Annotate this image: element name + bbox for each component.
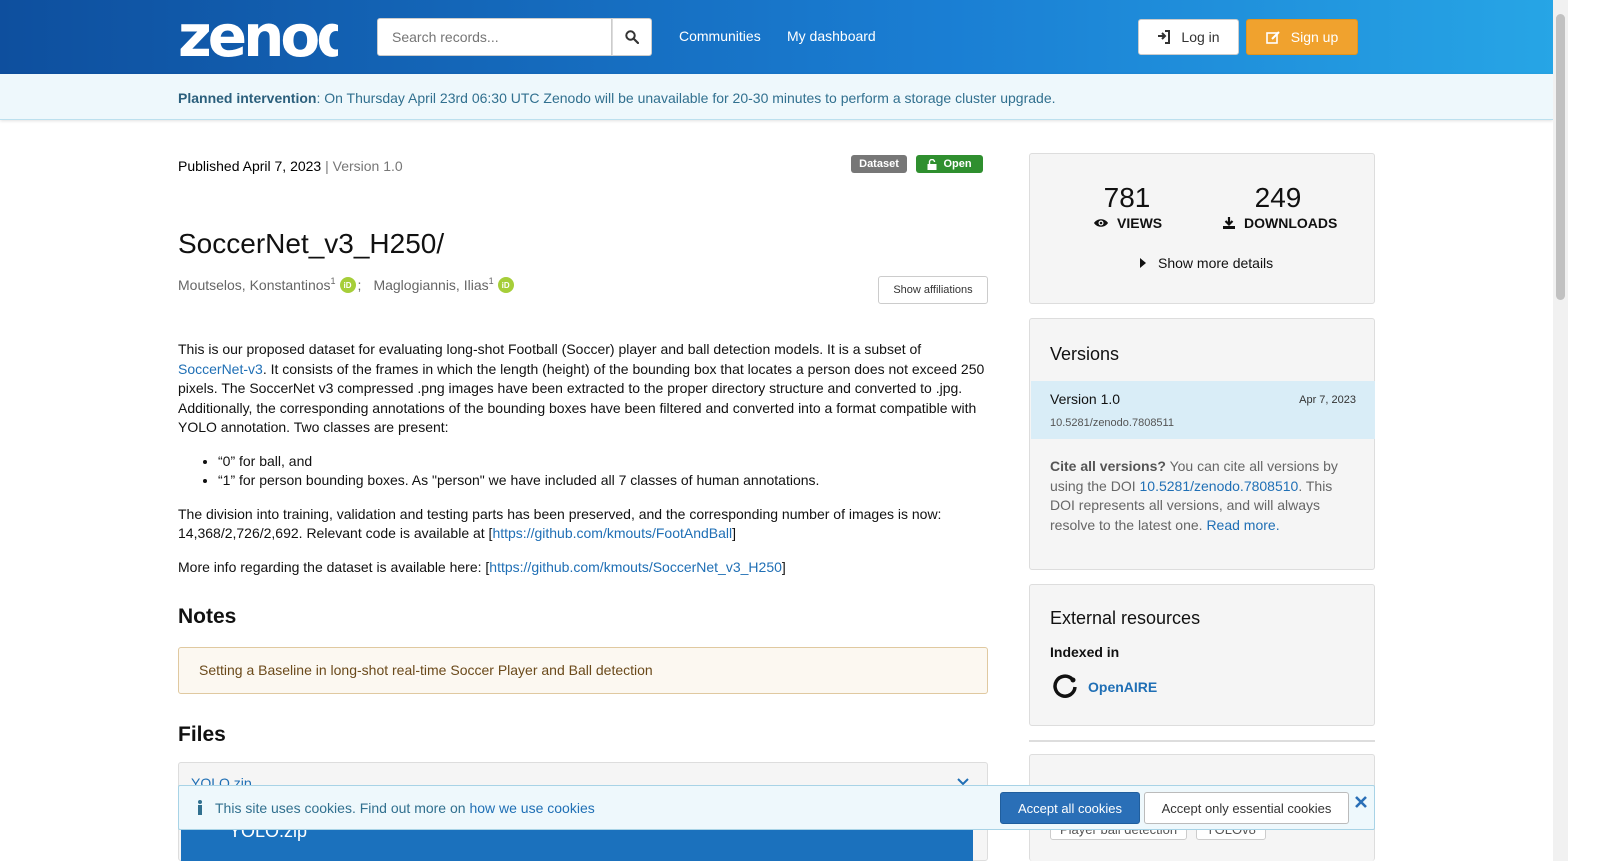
downloads-label: DOWNLOADS (1222, 215, 1337, 231)
show-more-details[interactable]: Show more details (1140, 255, 1273, 271)
login-label: Log in (1181, 29, 1220, 45)
search-bar (377, 18, 652, 56)
classes-list: “0” for ball, and “1” for person boundin… (218, 452, 988, 491)
login-button[interactable]: Log in (1138, 19, 1239, 55)
views-label-text: VIEWS (1117, 215, 1163, 231)
zenodo-logo[interactable]: zenodo (178, 2, 396, 70)
download-icon (1223, 217, 1235, 229)
soccernet-link[interactable]: SoccerNet-v3 (178, 361, 263, 377)
cite-bold: Cite all versions? (1050, 458, 1166, 474)
description-paragraph: More info regarding the dataset is avail… (178, 558, 988, 578)
cookie-banner: This site uses cookies. Find out more on… (178, 785, 1375, 830)
notes-box: Setting a Baseline in long-shot real-tim… (178, 647, 988, 694)
description-text: ] (781, 558, 786, 575)
notes-heading: Notes (178, 605, 237, 628)
nav-communities[interactable]: Communities (679, 28, 761, 44)
caret-right-icon (1140, 258, 1146, 268)
cookie-message: This site uses cookies. Find out more on… (215, 800, 595, 816)
nav-my-dashboard[interactable]: My dashboard (787, 28, 876, 44)
version-row[interactable]: Version 1.0 Apr 7, 2023 10.5281/zenodo.7… (1031, 381, 1375, 439)
concept-doi-link[interactable]: 10.5281/zenodo.7808510 (1140, 478, 1299, 494)
search-icon (625, 30, 639, 44)
openaire-icon (1053, 674, 1077, 698)
eye-icon (1094, 219, 1108, 227)
read-more-link[interactable]: Read more. (1206, 517, 1279, 533)
cite-all-versions: Cite all versions? You can cite all vers… (1050, 457, 1360, 535)
open-access-badge: Open (916, 155, 983, 173)
cookie-policy-link[interactable]: how we use cookies (469, 800, 594, 816)
description-text: This is our proposed dataset for evaluat… (178, 341, 922, 357)
show-affiliations-button[interactable]: Show affiliations (878, 276, 988, 304)
scrollbar-thumb[interactable] (1556, 14, 1565, 300)
external-resources-panel: External resources Indexed in OpenAIRE (1029, 584, 1375, 726)
files-heading: Files (178, 723, 226, 746)
views-label: VIEWS (1093, 215, 1162, 231)
version-label: Version 1.0 (332, 158, 403, 174)
signup-button[interactable]: Sign up (1246, 19, 1358, 55)
description-text: More info regarding the dataset is avail… (178, 558, 490, 575)
description-paragraph: This is our proposed dataset for evaluat… (178, 340, 988, 438)
sign-in-icon (1158, 30, 1171, 44)
orcid-icon[interactable]: iD (497, 277, 514, 293)
indexed-in-label: Indexed in (1050, 644, 1120, 660)
banner-message: : On Thursday April 23rd 06:30 UTC Zenod… (316, 90, 1056, 106)
author-affiliation-number: 1 (488, 276, 494, 286)
footandball-link[interactable]: https://github.com/kmouts/FootAndBall (492, 525, 732, 541)
author-name[interactable]: Maglogiannis, Ilias (373, 277, 488, 293)
search-button[interactable] (612, 18, 652, 56)
close-icon[interactable] (1355, 796, 1367, 808)
edit-icon (1265, 30, 1280, 44)
description-text: . It consists of the frames in which the… (178, 360, 985, 436)
page-scrollbar[interactable] (1553, 0, 1568, 861)
dataset-badge: Dataset (851, 155, 907, 173)
version-row-date: Apr 7, 2023 (1299, 394, 1356, 406)
separator: | (321, 158, 333, 174)
record-title: SoccerNet_v3_H250/ (178, 228, 445, 259)
unlock-icon (927, 158, 937, 170)
svg-text:zenodo: zenodo (178, 6, 338, 62)
dataset-badge-label: Dataset (859, 158, 899, 170)
list-item: “0” for ball, and (218, 452, 988, 472)
search-input[interactable] (377, 18, 612, 56)
description-text: ] (732, 525, 737, 541)
author-affiliation-number: 1 (330, 276, 336, 286)
cookie-text: This site uses cookies. Find out more on (215, 800, 470, 816)
accept-all-cookies-button[interactable]: Accept all cookies (1000, 792, 1140, 824)
info-icon (198, 800, 202, 815)
version-row-doi: 10.5281/zenodo.7808511 (1050, 417, 1174, 429)
banner-text: Planned intervention: On Thursday April … (178, 90, 1056, 106)
top-navbar: zenodo Communities My dashboard Log in S… (0, 0, 1568, 74)
signup-label: Sign up (1290, 29, 1339, 45)
authors-list: Moutselos, Konstantinos 1 iD ; Maglogiann… (178, 276, 514, 293)
versions-heading: Versions (1050, 344, 1120, 364)
accept-essential-cookies-button[interactable]: Accept only essential cookies (1144, 792, 1349, 824)
soccernet-h250-link[interactable]: https://github.com/kmouts/SoccerNet_v3_H… (489, 559, 782, 575)
downloads-count: 249 (1254, 182, 1302, 213)
banner-bold: Planned intervention (178, 90, 317, 106)
views-count: 781 (1103, 182, 1151, 213)
show-more-label: Show more details (1158, 255, 1274, 271)
author-name[interactable]: Moutselos, Konstantinos (178, 277, 331, 293)
description-paragraph: The division into training, validation a… (178, 505, 988, 544)
published-date: Published April 7, 2023 (178, 158, 322, 174)
list-item: “1” for person bounding boxes. As "perso… (218, 471, 988, 491)
section-divider (1029, 740, 1375, 742)
record-description: This is our proposed dataset for evaluat… (178, 340, 988, 591)
versions-panel: Versions Version 1.0 Apr 7, 2023 10.5281… (1029, 318, 1375, 570)
orcid-icon[interactable]: iD (339, 277, 356, 293)
version-row-label[interactable]: Version 1.0 (1050, 391, 1120, 407)
author-separator: ; (357, 277, 362, 293)
openaire-link[interactable]: OpenAIRE (1088, 679, 1157, 695)
publication-info: Published April 7, 2023 | Version 1.0 (178, 158, 403, 174)
open-badge-label: Open (943, 158, 972, 170)
downloads-label-text: DOWNLOADS (1244, 215, 1338, 231)
external-heading: External resources (1050, 608, 1201, 628)
maintenance-banner: Planned intervention: On Thursday April … (0, 74, 1553, 120)
stats-panel: 781 VIEWS 249 DOWNLOADS Show more detail… (1029, 153, 1375, 304)
